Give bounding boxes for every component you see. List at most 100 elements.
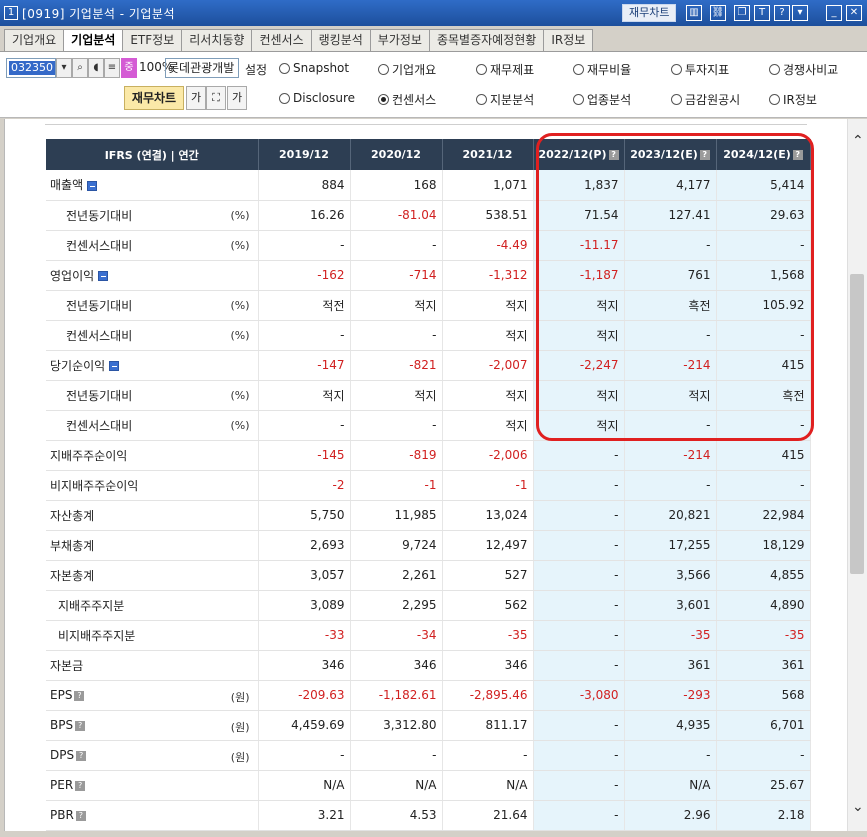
table-cell: -214 — [624, 350, 717, 381]
radio-dot-icon[interactable] — [769, 64, 780, 75]
radio-dot-icon[interactable] — [671, 94, 682, 105]
tab-5[interactable]: 랭킹분석 — [310, 29, 371, 51]
financial-chart-button[interactable]: 재무차트 — [124, 86, 184, 110]
table-cell: - — [716, 320, 811, 351]
font-style-icon[interactable]: 가 — [227, 86, 247, 110]
info-icon[interactable]: ? — [76, 750, 87, 761]
group-chip[interactable]: 중 — [121, 58, 137, 78]
company-name-field[interactable]: 롯데관광개발 — [165, 58, 239, 78]
collapse-icon[interactable] — [98, 271, 109, 281]
table-cell: - — [533, 710, 625, 741]
financial-chart-title-button[interactable]: 재무차트 — [622, 4, 677, 22]
radio-dot-icon[interactable] — [279, 92, 290, 104]
help-icon[interactable]: ? — [774, 5, 790, 21]
settings-label[interactable]: 설정 — [245, 61, 267, 78]
font-size-icon[interactable]: 가 — [186, 86, 206, 110]
chart-icon[interactable]: ▥ — [686, 5, 702, 21]
tab-4[interactable]: 컨센서스 — [251, 29, 312, 51]
row-label-cell: 전년동기대비 (%) — [46, 200, 259, 231]
radio-label: 업종분석 — [587, 93, 632, 107]
info-icon[interactable]: ? — [608, 150, 619, 160]
row-unit: (%) — [230, 298, 250, 312]
screen-code: 0919 — [27, 6, 60, 21]
table-cell: 적지 — [442, 410, 534, 441]
radio-dot-icon[interactable] — [671, 64, 682, 75]
table-cell: 적지 — [442, 290, 534, 321]
radio-dot-icon[interactable] — [378, 64, 389, 75]
radio-radios_row1-3[interactable]: 재무비율 — [573, 61, 631, 78]
table-cell: 16.26 — [258, 200, 351, 231]
minimize-icon[interactable]: _ — [826, 5, 842, 21]
radio-radios_row2-0[interactable]: Disclosure — [279, 91, 355, 105]
stock-code-input[interactable]: 032350 — [6, 58, 56, 78]
radio-dot-icon[interactable] — [476, 64, 487, 75]
radio-radios_row1-2[interactable]: 재무제표 — [476, 61, 534, 78]
table-cell: 적전 — [258, 290, 351, 321]
scroll-down-icon[interactable]: ⌄ — [852, 799, 864, 815]
table-cell: - — [716, 740, 811, 771]
radio-dot-icon[interactable] — [573, 64, 584, 75]
radio-radios_row2-4[interactable]: 금감원공시 — [671, 91, 740, 108]
close-icon[interactable]: ✕ — [846, 5, 862, 21]
scroll-up-icon[interactable]: ⌃ — [852, 133, 864, 149]
radio-radios_row1-0[interactable]: Snapshot — [279, 61, 349, 75]
scroll-thumb[interactable] — [850, 274, 864, 574]
tab-6[interactable]: 부가정보 — [369, 29, 430, 51]
menu-icon[interactable]: ▾ — [792, 5, 808, 21]
radio-radios_row2-2[interactable]: 지분분석 — [476, 91, 534, 108]
row-label: 자본금 — [50, 658, 84, 673]
table-cell: - — [533, 770, 625, 801]
tab-1[interactable]: 기업분석 — [63, 29, 124, 52]
collapse-icon[interactable] — [109, 361, 120, 371]
speaker-icon[interactable]: ◖ — [88, 58, 104, 78]
radio-dot-icon[interactable] — [476, 94, 487, 105]
table-cell: 568 — [716, 680, 811, 711]
vertical-scrollbar[interactable]: ⌃ ⌄ — [847, 119, 867, 831]
window-copy-icon[interactable]: ❐ — [734, 5, 750, 21]
expand-icon[interactable]: ⛶ — [206, 86, 226, 110]
radio-radios_row1-1[interactable]: 기업개요 — [378, 61, 436, 78]
table-cell: - — [258, 740, 351, 771]
table-cell: -2,006 — [442, 440, 534, 471]
row-label: 전년동기대비 — [66, 298, 133, 313]
dropdown-icon[interactable]: ▾ — [56, 58, 72, 78]
window-number-icon: 1 — [4, 6, 18, 20]
radio-label: 투자지표 — [685, 63, 730, 77]
info-icon[interactable]: ? — [74, 690, 85, 701]
info-icon[interactable]: ? — [75, 720, 86, 731]
table-cell: 811.17 — [442, 710, 534, 741]
search-icon[interactable]: ⌕ — [72, 58, 88, 78]
info-icon[interactable]: ? — [699, 150, 710, 160]
table-cell: -819 — [350, 440, 443, 471]
pin-icon[interactable]: T — [754, 5, 770, 21]
radio-radios_row2-1[interactable]: 컨센서스 — [378, 91, 436, 108]
radio-dot-icon[interactable] — [769, 94, 780, 105]
radio-dot-icon[interactable] — [378, 94, 389, 105]
collapse-icon[interactable] — [87, 180, 98, 191]
table-cell: - — [258, 410, 351, 441]
tab-8[interactable]: IR정보 — [543, 29, 594, 51]
table-cell: -34 — [350, 620, 443, 651]
table-cell: - — [533, 440, 625, 471]
radio-radios_row2-5[interactable]: IR정보 — [769, 91, 817, 108]
row-label-cell: 자본총계 — [46, 560, 259, 591]
tab-7[interactable]: 종목별증자예정현황 — [428, 29, 545, 51]
tab-3[interactable]: 리서치동향 — [181, 29, 253, 51]
tab-0[interactable]: 기업개요 — [4, 29, 65, 51]
info-icon[interactable]: ? — [75, 810, 86, 821]
info-icon[interactable]: ? — [792, 150, 803, 160]
stock-code-value: 032350 — [9, 61, 55, 75]
table-cell: - — [533, 620, 625, 651]
info-icon[interactable]: ? — [75, 780, 86, 791]
table-cell: -821 — [350, 350, 443, 381]
table-cell: 흑전 — [716, 380, 811, 411]
radio-label: 기업개요 — [392, 63, 437, 77]
radio-radios_row1-5[interactable]: 경쟁사비교 — [769, 61, 838, 78]
radio-radios_row1-4[interactable]: 투자지표 — [671, 61, 729, 78]
radio-dot-icon[interactable] — [279, 62, 290, 74]
list-icon[interactable]: ≡ — [104, 58, 120, 78]
tab-2[interactable]: ETF정보 — [122, 29, 183, 51]
radio-dot-icon[interactable] — [573, 94, 584, 105]
radio-radios_row2-3[interactable]: 업종분석 — [573, 91, 631, 108]
link-icon[interactable]: ⛓ — [710, 5, 726, 21]
